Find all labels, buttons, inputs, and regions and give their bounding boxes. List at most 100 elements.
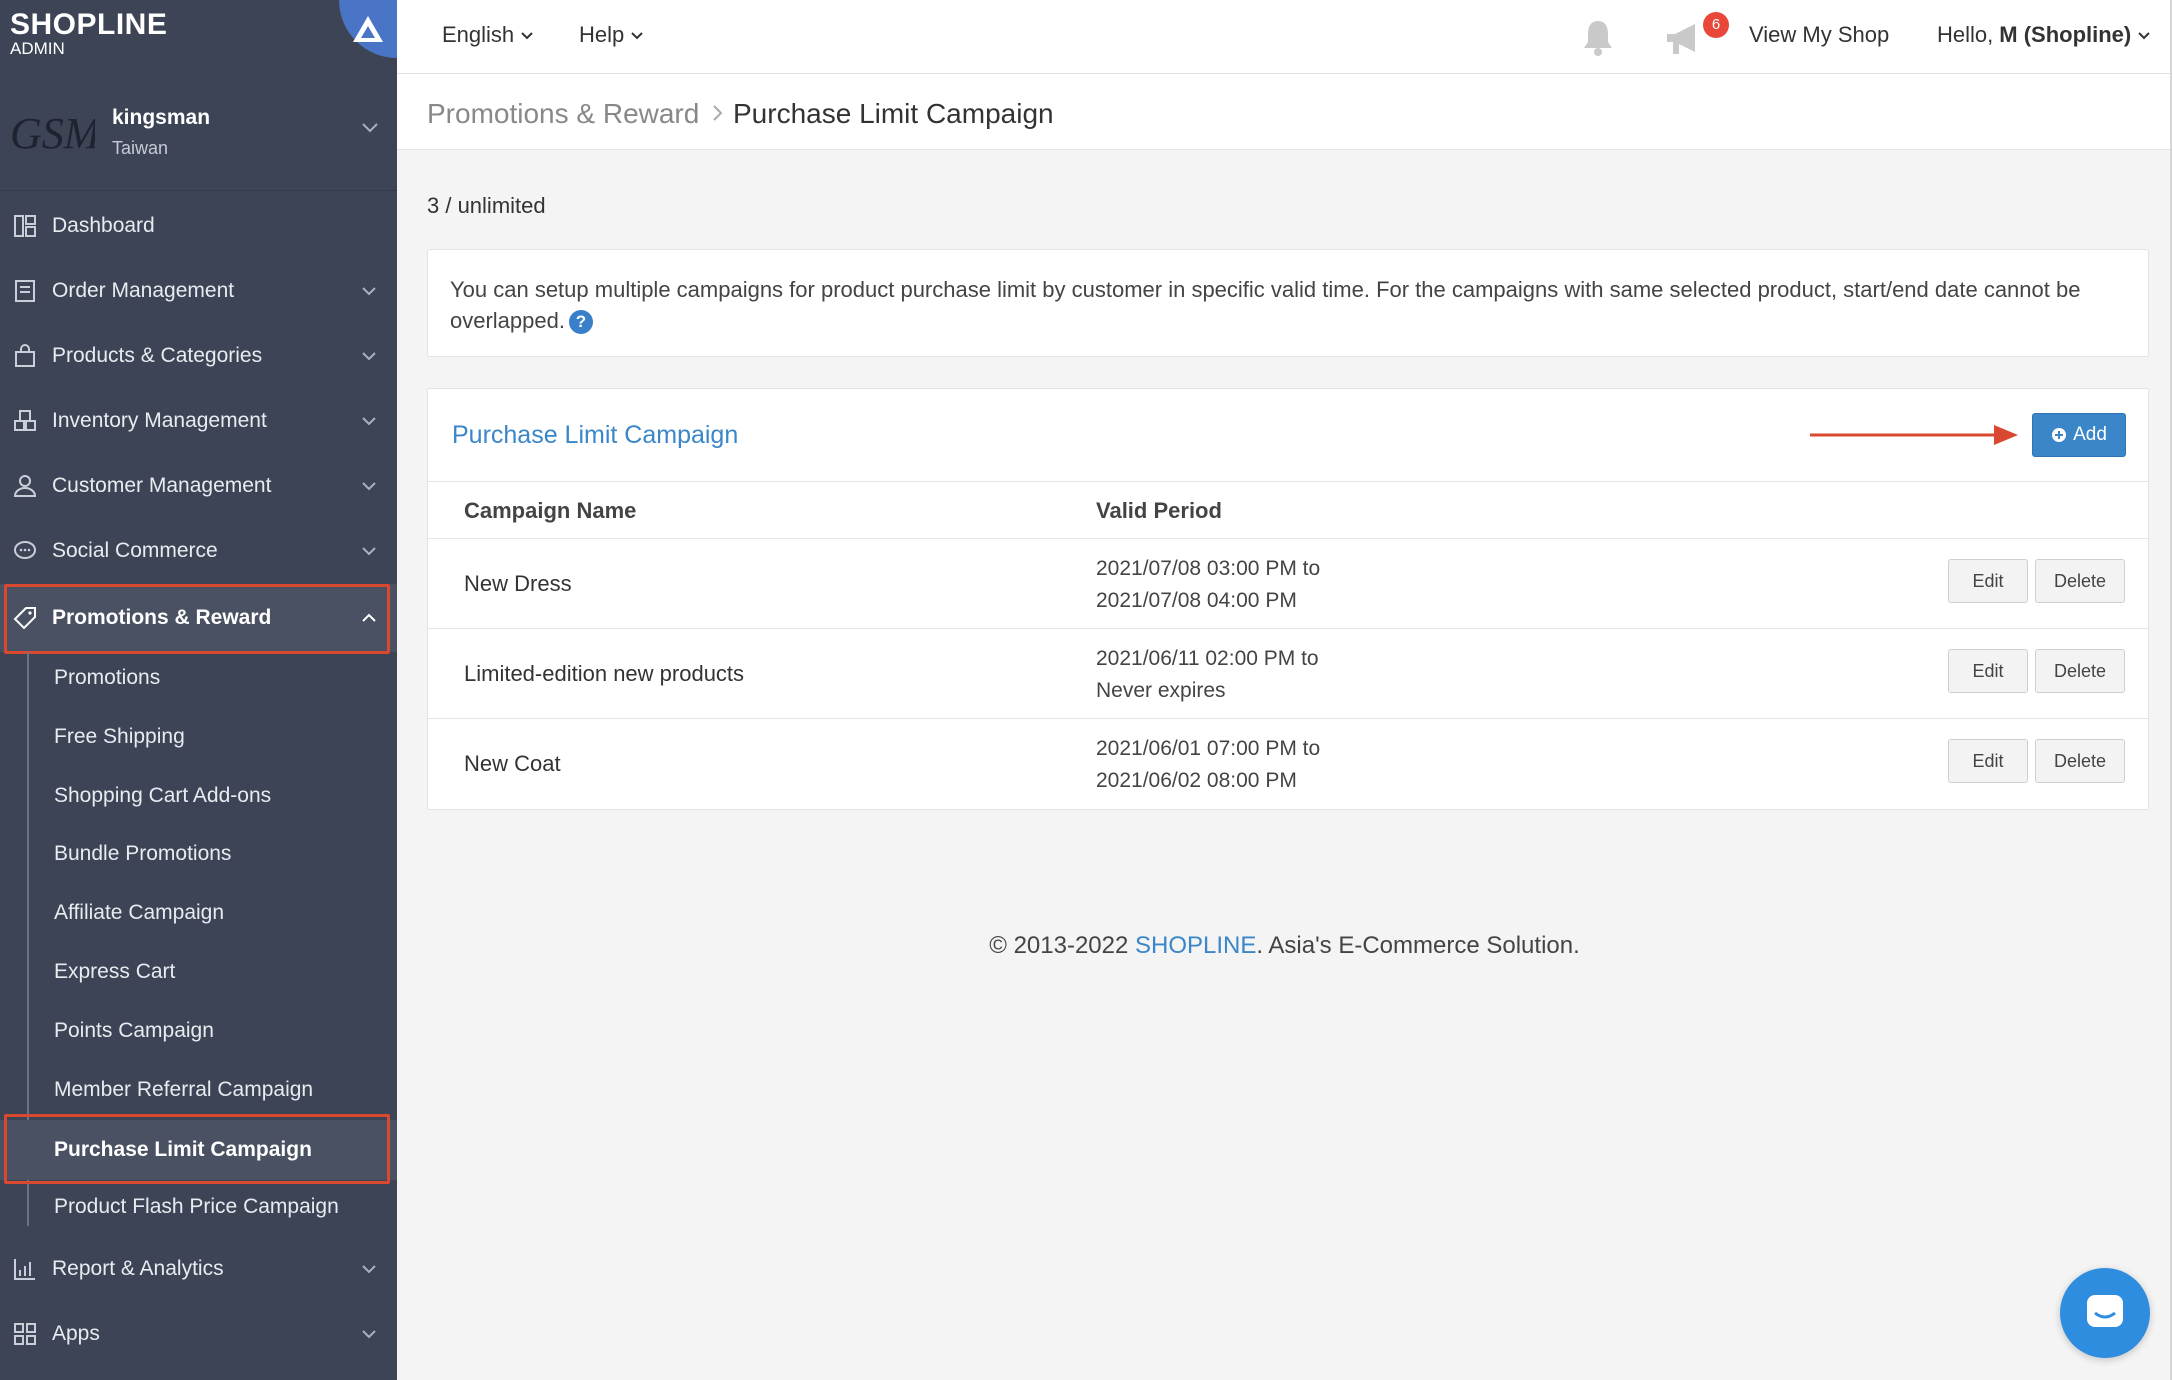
view-shop-label: View My Shop — [1749, 22, 1890, 47]
sidebar-subitem-flash-price[interactable]: Product Flash Price Campaign — [0, 1179, 397, 1235]
subitem-label: Points Campaign — [54, 1019, 214, 1042]
breadcrumb: Promotions & Reward Purchase Limit Campa… — [397, 74, 2172, 150]
subitem-label: Express Cart — [54, 960, 176, 983]
language-dropdown[interactable]: English — [442, 22, 534, 48]
language-label: English — [442, 22, 515, 47]
sidebar-item-inventory[interactable]: Inventory Management — [0, 389, 397, 453]
sidebar-subitem-points-campaign[interactable]: Points Campaign — [0, 1003, 397, 1059]
valid-period: 2021/06/01 07:00 PM to 2021/06/02 08:00 … — [1096, 733, 1320, 797]
notice-text: You can setup multiple campaigns for pro… — [450, 277, 2081, 333]
notification-badge: 6 — [1703, 12, 1729, 38]
info-notice: You can setup multiple campaigns for pro… — [427, 249, 2149, 357]
sidebar-subitem-bundle-promotions[interactable]: Bundle Promotions — [0, 826, 397, 882]
dashboard-icon — [14, 215, 36, 237]
help-dropdown[interactable]: Help — [579, 22, 644, 48]
plus-circle-icon — [2052, 428, 2067, 442]
subitem-label: Free Shipping — [54, 725, 185, 748]
sidebar-item-report[interactable]: Report & Analytics — [0, 1237, 397, 1301]
chevron-down-icon — [631, 31, 643, 39]
footer-tagline: . Asia's E-Commerce Solution. — [1256, 932, 1580, 959]
delete-button[interactable]: Delete — [2035, 559, 2125, 603]
sidebar-item-products[interactable]: Products & Categories — [0, 324, 397, 388]
campaign-name: New Coat — [464, 751, 561, 776]
sidebar-item-promotions-reward[interactable]: Promotions & Reward — [0, 584, 397, 652]
subitem-label: Promotions — [54, 666, 161, 689]
brand-subtitle: ADMIN — [10, 39, 65, 58]
subitem-label: Bundle Promotions — [54, 842, 232, 865]
app: SHOPLINE ADMIN GSM kingsman Taiwan Dashb… — [0, 0, 2172, 1380]
sidebar-item-order-management[interactable]: Order Management — [0, 259, 397, 323]
sidebar-item-label: Order Management — [52, 279, 235, 302]
table-row: Limited-edition new products 2021/06/11 … — [428, 629, 2148, 719]
sidebar-item-apps[interactable]: Apps — [0, 1302, 397, 1366]
sidebar-subitem-promotions[interactable]: Promotions — [0, 650, 397, 706]
chevron-up-icon — [362, 613, 376, 622]
sidebar-item-label: Inventory Management — [52, 409, 267, 432]
campaign-panel: Purchase Limit Campaign Add Campaign Nam… — [427, 388, 2149, 810]
megaphone-icon[interactable] — [1663, 20, 1707, 58]
customer-icon — [13, 475, 37, 497]
store-country: Taiwan — [112, 138, 169, 158]
chevron-down-icon — [362, 482, 376, 491]
delete-button[interactable]: Delete — [2035, 649, 2125, 693]
apps-icon — [14, 1323, 36, 1345]
add-campaign-button[interactable]: Add — [2032, 413, 2126, 457]
sidebar-item-label: Report & Analytics — [52, 1257, 224, 1280]
table-header: Campaign Name Valid Period — [428, 481, 2148, 539]
store-name: kingsman — [112, 106, 211, 129]
campaign-name: New Dress — [464, 571, 572, 596]
help-label: Help — [579, 22, 625, 47]
sidebar-subitem-purchase-limit[interactable]: Purchase Limit Campaign — [0, 1120, 397, 1180]
sidebar-item-customer[interactable]: Customer Management — [0, 454, 397, 518]
chat-bubble-icon — [14, 541, 36, 559]
sidebar-subitem-member-referral[interactable]: Member Referral Campaign — [0, 1062, 397, 1118]
user-name: M (Shopline) — [1999, 22, 2132, 47]
period-start: 2021/06/01 07:00 PM to — [1096, 737, 1321, 760]
sidebar-subitem-cart-addons[interactable]: Shopping Cart Add-ons — [0, 768, 397, 824]
store-logo: GSM — [10, 109, 95, 158]
chevron-down-icon — [362, 287, 376, 296]
sidebar-subitem-express-cart[interactable]: Express Cart — [0, 944, 397, 1000]
report-icon — [14, 1259, 35, 1280]
valid-period: 2021/06/11 02:00 PM to Never expires — [1096, 643, 1319, 707]
sidebar-item-social-commerce[interactable]: Social Commerce — [0, 519, 397, 583]
arrow-annotation — [1810, 425, 2018, 445]
column-header-name: Campaign Name — [464, 498, 637, 523]
brand-logo[interactable]: SHOPLINE — [10, 10, 167, 40]
sidebar-item-dashboard[interactable]: Dashboard — [0, 194, 397, 258]
question-icon[interactable]: ? — [568, 310, 593, 335]
edit-button[interactable]: Edit — [1948, 559, 2028, 603]
brand: SHOPLINE ADMIN — [0, 0, 397, 73]
subitem-label: Affiliate Campaign — [54, 901, 225, 924]
topbar: English Help 6 View My Shop Hello, M (Sh… — [397, 0, 2172, 74]
delete-button[interactable]: Delete — [2035, 739, 2125, 783]
edit-button[interactable]: Edit — [1948, 739, 2028, 783]
sidebar-item-label: Products & Categories — [52, 344, 263, 367]
sidebar-item-label: Dashboard — [52, 214, 155, 237]
subitem-label: Product Flash Price Campaign — [54, 1195, 339, 1218]
tag-icon — [13, 607, 36, 630]
campaign-quota: 3 / unlimited — [427, 193, 546, 218]
user-menu[interactable]: Hello, M (Shopline) — [1937, 22, 2151, 48]
subitem-label: Shopping Cart Add-ons — [54, 784, 272, 807]
shopline-mountain-icon — [353, 16, 383, 42]
sidebar-item-label: Apps — [52, 1322, 100, 1345]
sidebar-subitem-free-shipping[interactable]: Free Shipping — [0, 709, 397, 765]
chat-launcher[interactable] — [2060, 1268, 2150, 1358]
period-start: 2021/06/11 02:00 PM to — [1096, 647, 1319, 670]
greeting-label: Hello, — [1937, 22, 1994, 47]
footer-copyright: © 2013-2022 — [989, 932, 1129, 959]
table-row: New Dress 2021/07/08 03:00 PM to 2021/07… — [428, 539, 2148, 629]
period-end: 2021/07/08 04:00 PM — [1096, 589, 1297, 612]
chat-icon — [2087, 1295, 2123, 1327]
sidebar-subitem-affiliate-campaign[interactable]: Affiliate Campaign — [0, 885, 397, 941]
bell-icon[interactable] — [1581, 18, 1615, 56]
footer-brand-link[interactable]: SHOPLINE — [1135, 932, 1256, 959]
campaign-name: Limited-edition new products — [464, 661, 745, 686]
view-my-shop-link[interactable]: View My Shop — [1749, 22, 1889, 48]
breadcrumb-parent[interactable]: Promotions & Reward — [427, 98, 699, 130]
chevron-down-icon — [362, 1330, 376, 1339]
edit-button[interactable]: Edit — [1948, 649, 2028, 693]
period-start: 2021/07/08 03:00 PM to — [1096, 557, 1321, 580]
chevron-down-icon[interactable] — [361, 122, 379, 134]
